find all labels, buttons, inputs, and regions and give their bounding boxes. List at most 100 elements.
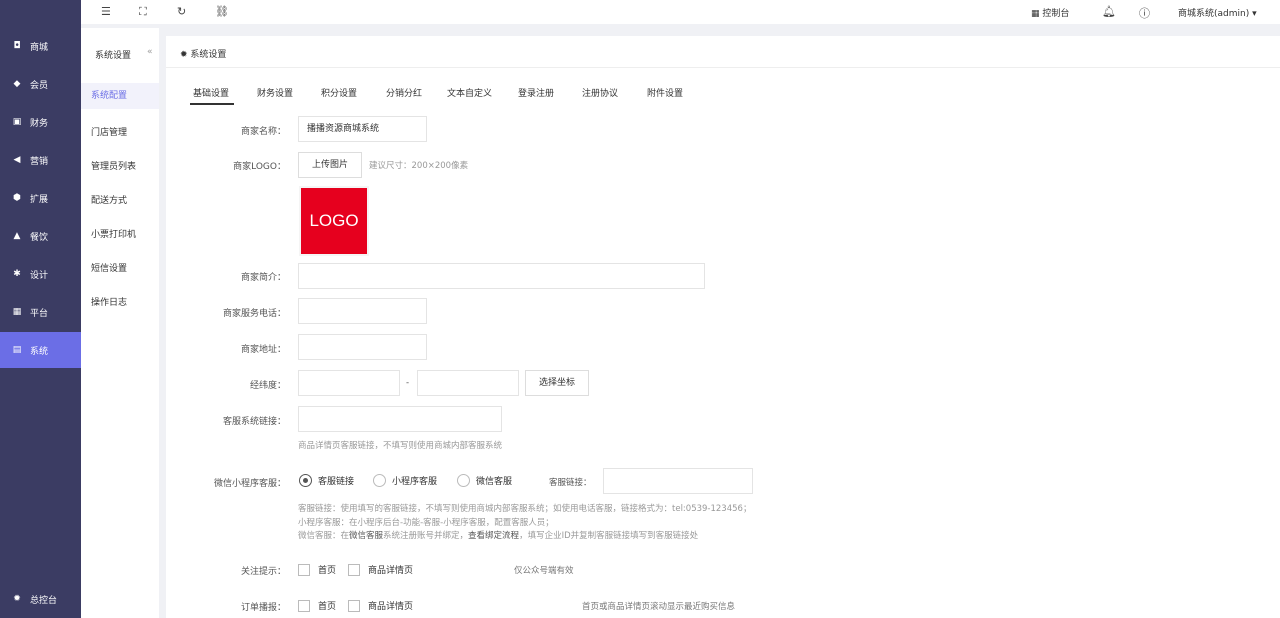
name-label: 商家名称： xyxy=(240,127,286,137)
tab-basic[interactable]: 基础设置 xyxy=(193,86,229,99)
wallet-icon: ▣ xyxy=(12,117,22,127)
subnav-item-log[interactable]: 操作日志 xyxy=(91,295,127,308)
radio-dot xyxy=(373,474,386,487)
follow-label: 关注提示： xyxy=(240,567,286,577)
tab-points[interactable]: 积分设置 xyxy=(321,86,357,99)
phone-label: 商家服务电话： xyxy=(222,309,286,319)
wx-hint-2: 小程序客服：在小程序后台-功能-客服-小程序客服，配置客服人员； xyxy=(298,518,554,528)
bind-flow-link[interactable]: 查看绑定流程 xyxy=(468,531,519,541)
puzzle-icon: ✱ xyxy=(13,269,21,279)
tab-login[interactable]: 登录注册 xyxy=(518,86,554,99)
gear-icon: ✹ xyxy=(180,50,188,60)
sidebar-item-platform[interactable]: ▦ 平台 xyxy=(0,294,81,330)
main-panel: ✹ 系统设置 基础设置 财务设置 积分设置 分销分红 文本自定义 登录注册 注册… xyxy=(166,36,1280,618)
main-sidebar: ◘ 商城 ◆ 会员 ▣ 财务 ◀ 营销 ⬢ 扩展 ▲ 餐饮 ✱ 设计 ▦ 平台 ▤ 系统 ✹ 总控台 xyxy=(0,0,81,618)
longitude-field[interactable] xyxy=(298,370,400,396)
radio-dot xyxy=(457,474,470,487)
tab-agreement[interactable]: 注册协议 xyxy=(582,86,618,99)
refresh-icon[interactable]: ↻ xyxy=(177,5,186,18)
phone-field[interactable] xyxy=(298,298,427,324)
cs-label: 客服系统链接： xyxy=(222,417,286,427)
wx-link-field[interactable] xyxy=(603,468,753,494)
radio-mini-cs[interactable]: 小程序客服 xyxy=(373,474,437,487)
grid-icon: ▦ xyxy=(12,307,22,317)
cs-hint: 商品详情页客服链接，不填写则使用商城内部客服系统 xyxy=(298,441,503,451)
address-label: 商家地址： xyxy=(240,345,286,355)
radio-wechat-cs[interactable]: 微信客服 xyxy=(457,474,512,487)
subnav-item-delivery[interactable]: 配送方式 xyxy=(91,193,127,206)
wx-cs-label: 微信小程序客服： xyxy=(213,479,286,489)
checkbox-box xyxy=(348,599,360,612)
subnav-item-printer[interactable]: 小票打印机 xyxy=(91,227,136,240)
help-icon[interactable]: ⓘ xyxy=(1139,5,1150,21)
cube-icon: ⬢ xyxy=(13,193,21,203)
sidebar-item-member[interactable]: ◆ 会员 xyxy=(0,66,81,102)
shop-icon: ◘ xyxy=(13,41,21,51)
select-coord-button[interactable]: 选择坐标 xyxy=(525,370,589,396)
collapse-icon[interactable]: « xyxy=(147,47,153,57)
follow-home-checkbox[interactable]: 首页 xyxy=(298,563,336,576)
order-label: 订单播报： xyxy=(240,603,286,613)
subnav-title: 系统设置 xyxy=(95,51,132,61)
wechat-cs-link[interactable]: 微信客服 xyxy=(349,531,383,541)
follow-detail-checkbox[interactable]: 商品详情页 xyxy=(348,563,413,576)
upload-image-button[interactable]: 上传图片 xyxy=(298,152,362,178)
radio-cs-link[interactable]: 客服链接 xyxy=(299,474,354,487)
tab-text[interactable]: 文本自定义 xyxy=(447,86,492,99)
logo-hint: 建议尺寸：200×200像素 xyxy=(369,161,469,171)
follow-hint: 仅公众号端有效 xyxy=(514,566,574,576)
order-detail-checkbox[interactable]: 商品详情页 xyxy=(348,599,413,612)
console-icon: ▦ xyxy=(1031,9,1040,19)
diamond-icon: ◆ xyxy=(13,79,21,89)
fullscreen-icon[interactable]: ⛶ xyxy=(139,5,147,19)
wx-link-label: 客服链接： xyxy=(549,478,592,488)
sidebar-item-design[interactable]: ✱ 设计 xyxy=(0,256,81,292)
logo-preview[interactable]: LOGO xyxy=(299,186,369,256)
order-home-checkbox[interactable]: 首页 xyxy=(298,599,336,612)
account-menu[interactable]: 商城系统(admin) ▾ xyxy=(1178,6,1257,19)
sidebar-item-shop[interactable]: ◘ 商城 xyxy=(0,28,81,64)
coord-separator: - xyxy=(406,378,410,388)
subnav-item-admins[interactable]: 管理员列表 xyxy=(91,159,136,172)
intro-label: 商家简介： xyxy=(240,273,286,283)
checkbox-box xyxy=(298,563,310,576)
address-field[interactable] xyxy=(298,334,427,360)
sidebar-logo-area xyxy=(0,0,81,28)
food-icon: ▲ xyxy=(13,231,21,241)
checkbox-box xyxy=(348,563,360,576)
subnav-item-sms[interactable]: 短信设置 xyxy=(91,261,127,274)
tab-finance[interactable]: 财务设置 xyxy=(257,86,293,99)
sidebar-item-finance[interactable]: ▣ 财务 xyxy=(0,104,81,140)
menu-toggle-icon[interactable]: ☰ xyxy=(101,5,111,18)
divider xyxy=(166,67,1280,68)
latitude-field[interactable] xyxy=(417,370,519,396)
wx-hint-3: 微信客服：在微信客服系统注册账号并绑定，查看绑定流程，填写企业ID并复制客服链接… xyxy=(298,531,699,541)
system-icon: ▤ xyxy=(12,345,22,355)
chevron-down-icon: ▾ xyxy=(1252,9,1257,19)
tab-attachment[interactable]: 附件设置 xyxy=(647,86,683,99)
sidebar-item-console[interactable]: ✹ 总控台 xyxy=(0,581,81,617)
active-tab-indicator xyxy=(190,103,234,105)
coord-label: 经纬度： xyxy=(249,381,286,391)
name-field[interactable]: 播播资源商城系统 xyxy=(298,116,427,142)
intro-field[interactable] xyxy=(298,263,705,289)
bell-icon[interactable]: 🔔︎ xyxy=(1102,5,1116,18)
logo-label: 商家LOGO： xyxy=(233,162,286,172)
sidebar-item-system[interactable]: ▤ 系统 xyxy=(0,332,81,368)
subnav-item-store[interactable]: 门店管理 xyxy=(91,125,127,138)
sub-sidebar: 系统设置 « 系统配置 门店管理 管理员列表 配送方式 小票打印机 短信设置 操… xyxy=(81,28,159,618)
sidebar-item-extend[interactable]: ⬢ 扩展 xyxy=(0,180,81,216)
cs-link-field[interactable] xyxy=(298,406,502,432)
tab-distribution[interactable]: 分销分红 xyxy=(386,86,422,99)
wx-hint-1: 客服链接：使用填写的客服链接，不填写则使用商城内部客服系统；如使用电话客服，链接… xyxy=(298,504,752,514)
radio-dot xyxy=(299,474,312,487)
sidebar-item-food[interactable]: ▲ 餐饮 xyxy=(0,218,81,254)
order-hint: 首页或商品详情页滚动显示最近购买信息 xyxy=(582,602,736,612)
console-link[interactable]: ▦ 控制台 xyxy=(1031,6,1069,19)
checkbox-box xyxy=(298,599,310,612)
top-bar: ☰ ⛶ ↻ ⛓ ▦ 控制台 🔔︎ ⓘ 商城系统(admin) ▾ xyxy=(81,0,1280,24)
sidebar-item-marketing[interactable]: ◀ 营销 xyxy=(0,142,81,178)
link-icon[interactable]: ⛓ xyxy=(215,5,229,18)
subnav-item-config[interactable]: 系统配置 xyxy=(81,83,159,109)
gear-icon: ✹ xyxy=(13,594,21,604)
